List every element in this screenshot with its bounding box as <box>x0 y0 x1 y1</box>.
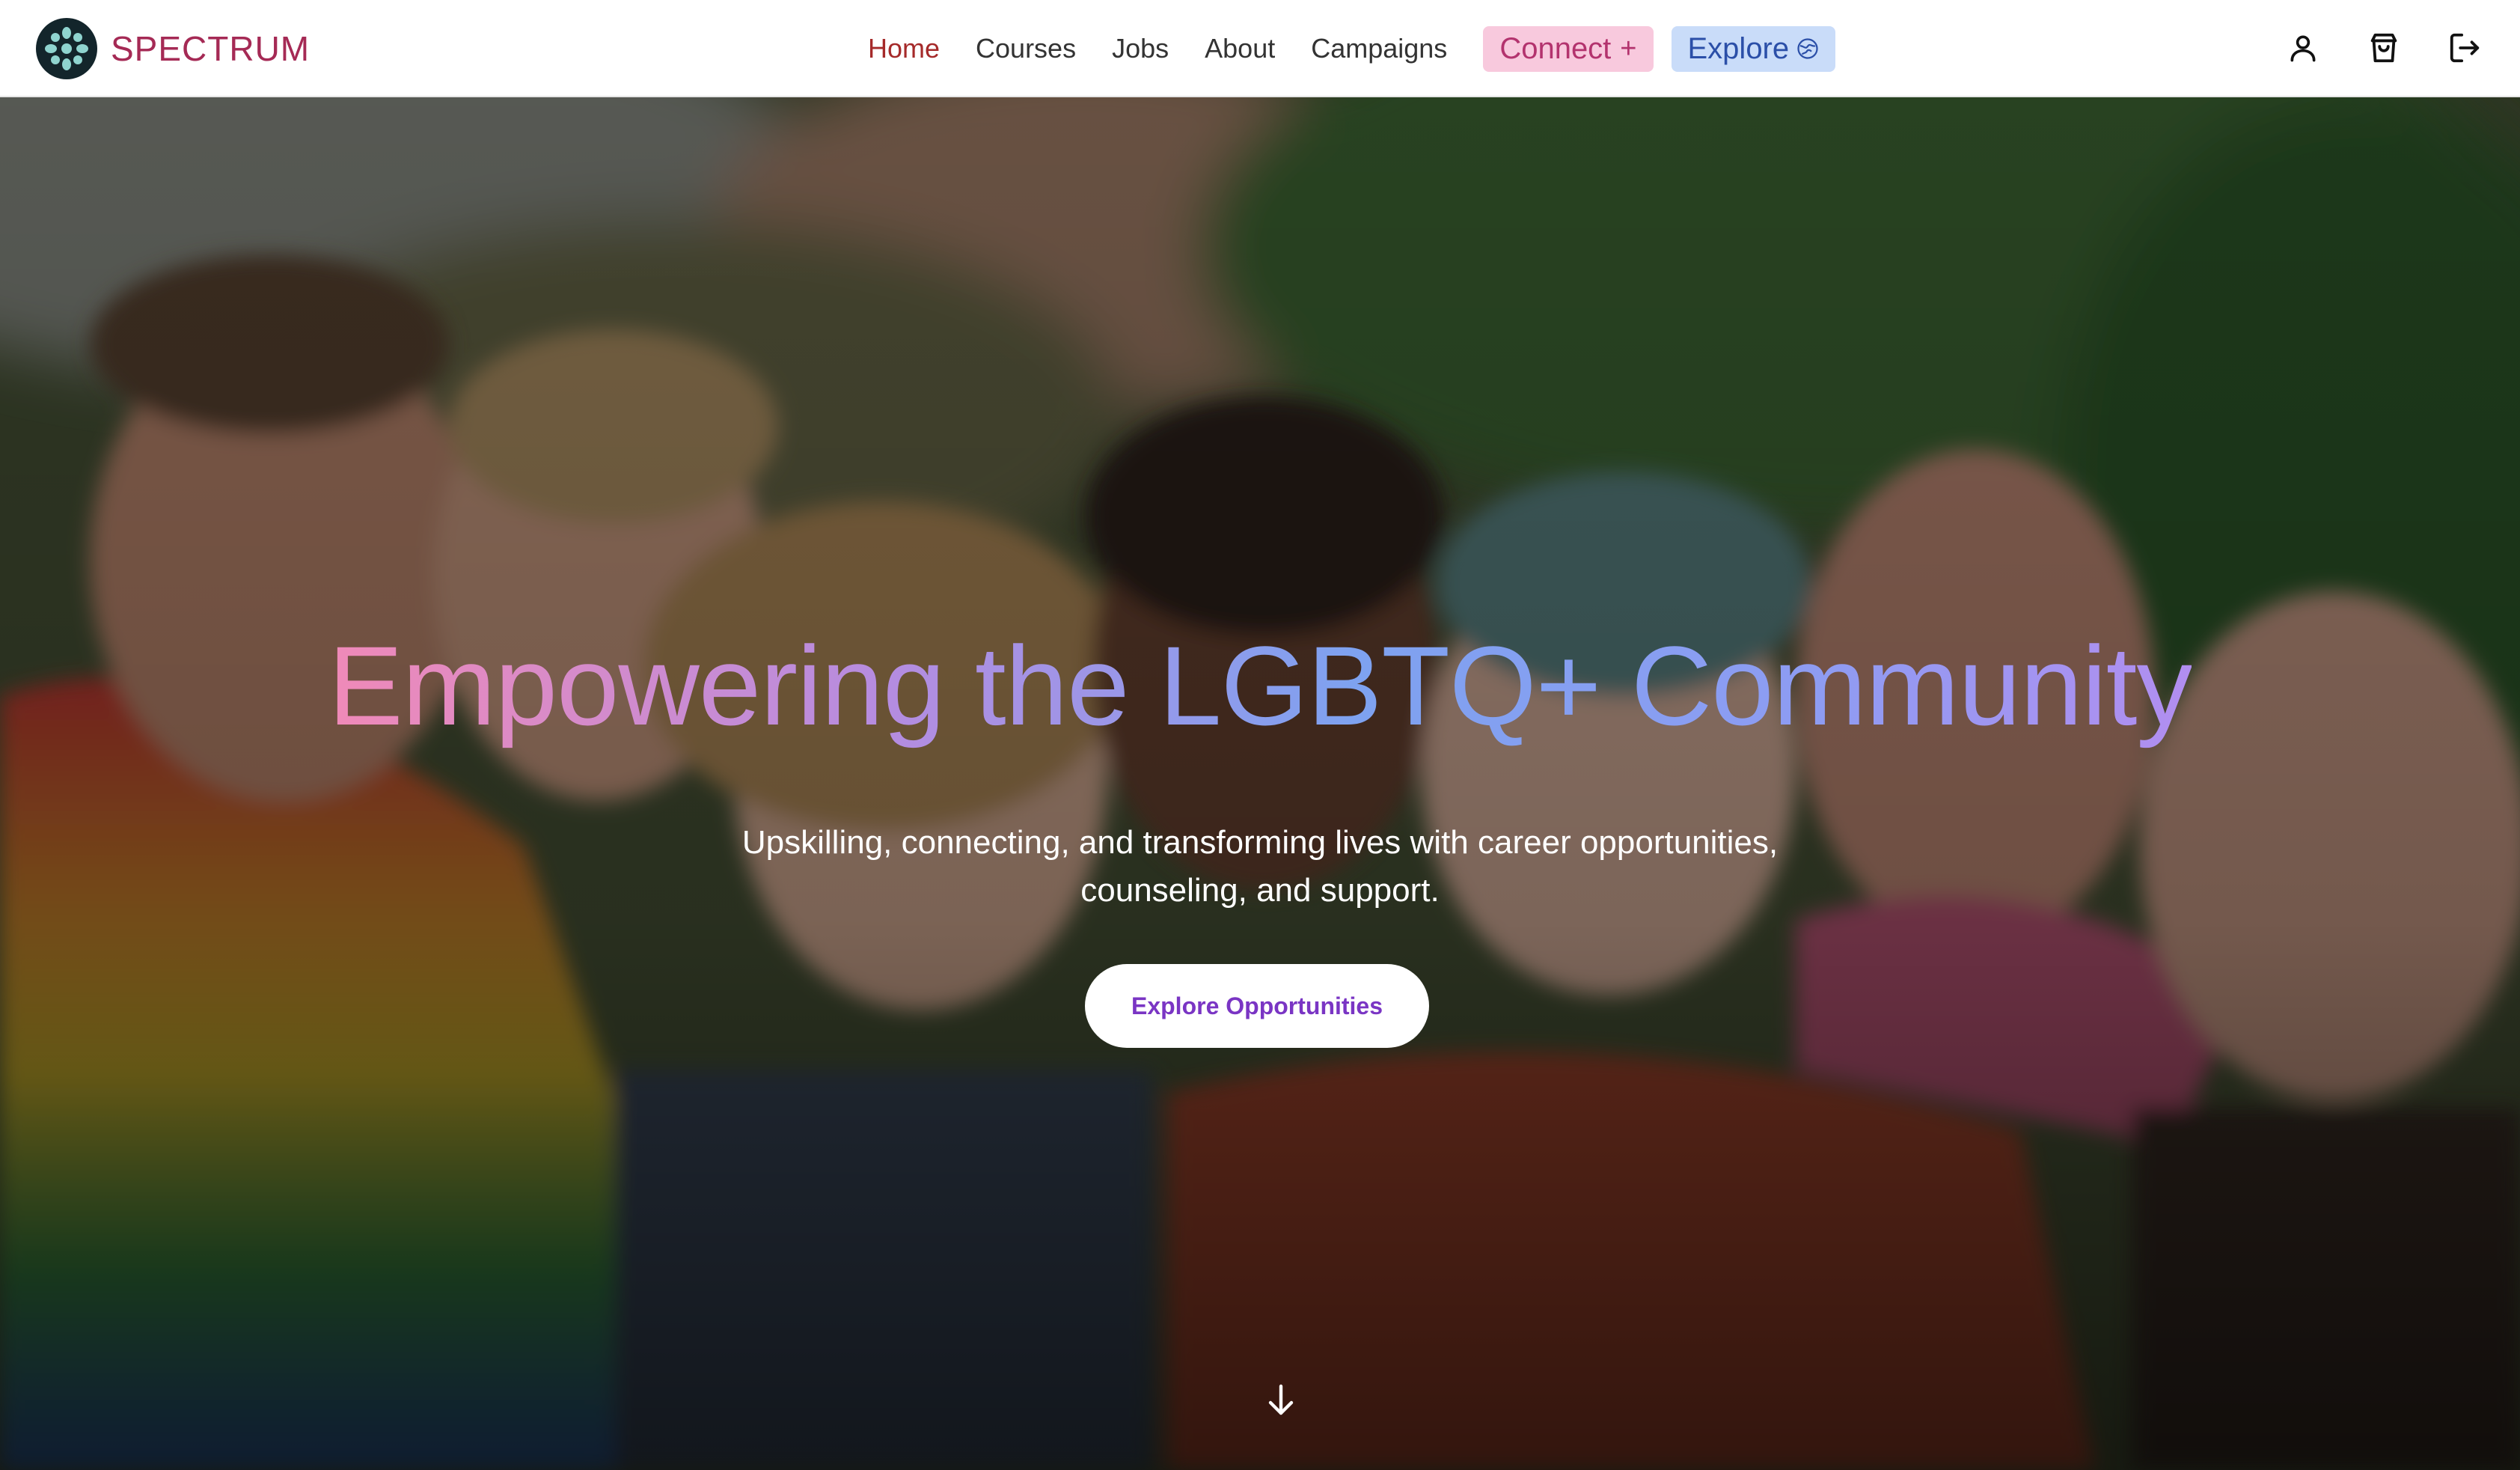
explore-label: Explore <box>1687 31 1790 65</box>
globe-icon <box>1796 37 1819 60</box>
explore-opportunities-button[interactable]: Explore Opportunities <box>1085 964 1429 1048</box>
hero-subtitle-line-1: Upskilling, connecting, and transforming… <box>741 824 1779 861</box>
user-icon[interactable] <box>2282 27 2324 69</box>
brand-logo-link[interactable]: SPECTRUM <box>36 18 310 79</box>
nav-link-jobs[interactable]: Jobs <box>1112 33 1169 64</box>
nav-link-home[interactable]: Home <box>868 33 940 64</box>
nav-icons <box>2282 27 2486 69</box>
spectrum-logo-icon <box>36 18 97 79</box>
navbar: SPECTRUM Home Courses Jobs About Campaig… <box>0 0 2520 97</box>
explore-button[interactable]: Explore <box>1671 25 1836 72</box>
brand-name: SPECTRUM <box>111 29 311 68</box>
main-nav: Home Courses Jobs About Campaigns Connec… <box>868 22 1853 75</box>
nav-link-campaigns[interactable]: Campaigns <box>1311 33 1447 64</box>
nav-link-courses[interactable]: Courses <box>976 33 1076 64</box>
shopping-bag-icon[interactable] <box>2363 27 2405 69</box>
hero-overlay <box>0 97 2520 1470</box>
hero-title: Empowering the LGBTQ+ Community <box>328 623 2193 748</box>
plus-icon: + <box>1620 32 1637 64</box>
nav-link-about[interactable]: About <box>1205 33 1275 64</box>
hero-section: Empowering the LGBTQ+ Community Upskilli… <box>0 97 2520 1470</box>
logout-icon[interactable] <box>2444 27 2486 69</box>
connect-button[interactable]: Connect + <box>1483 25 1654 72</box>
arrow-down-icon[interactable] <box>1260 1379 1302 1421</box>
hero-subtitle: Upskilling, connecting, and transforming… <box>661 819 1859 915</box>
connect-label: Connect <box>1499 31 1612 65</box>
hero-subtitle-line-2: counseling, and support. <box>1080 872 1440 909</box>
